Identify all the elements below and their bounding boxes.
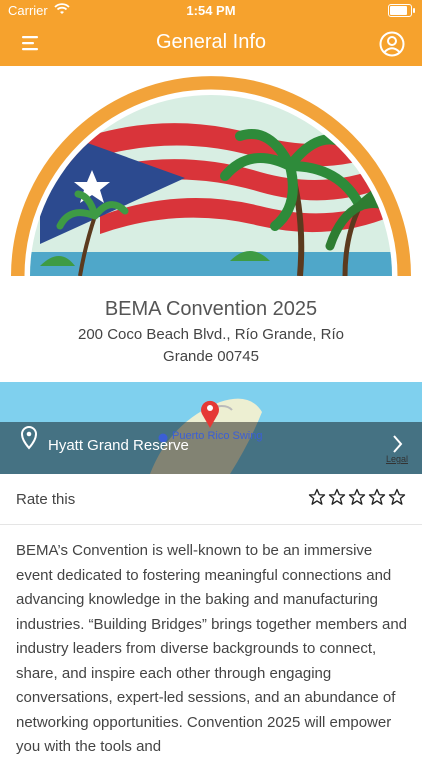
- location-map[interactable]: Hyatt Grand Reserve Puerto Rico Swing Le…: [0, 382, 422, 474]
- page-title: General Info: [155, 31, 267, 53]
- event-title: BEMA Convention 2025: [104, 298, 318, 320]
- event-banner-image: [0, 66, 422, 280]
- user-icon: [379, 31, 405, 57]
- rating-row: Rate this: [0, 474, 422, 525]
- star-rating: [308, 488, 406, 510]
- profile-button[interactable]: [378, 30, 406, 58]
- star-icon-2[interactable]: [328, 488, 346, 506]
- battery-icon: [388, 4, 415, 17]
- status-bar: Carrier 1:54 PM: [0, 0, 422, 22]
- nav-header: Carrier 1:54 PM General Info: [0, 0, 422, 66]
- star-icon-5[interactable]: [388, 488, 406, 506]
- event-description: BEMA’s Convention is well-known to be an…: [16, 542, 408, 755]
- clock: 1:54 PM: [186, 3, 236, 18]
- map-image: [0, 382, 422, 474]
- event-address: 200 Coco Beach Blvd., Río Grande, Río Gr…: [78, 326, 344, 365]
- map-location-label: Hyatt Grand Reserve: [48, 437, 189, 454]
- star-icon-1[interactable]: [308, 488, 326, 506]
- star-icon-4[interactable]: [368, 488, 386, 506]
- star-icon-3[interactable]: [348, 488, 366, 506]
- rate-label: Rate this: [16, 491, 76, 508]
- map-poi-label: Puerto Rico Swing: [172, 430, 263, 442]
- map-legal-link[interactable]: Legal: [386, 454, 408, 464]
